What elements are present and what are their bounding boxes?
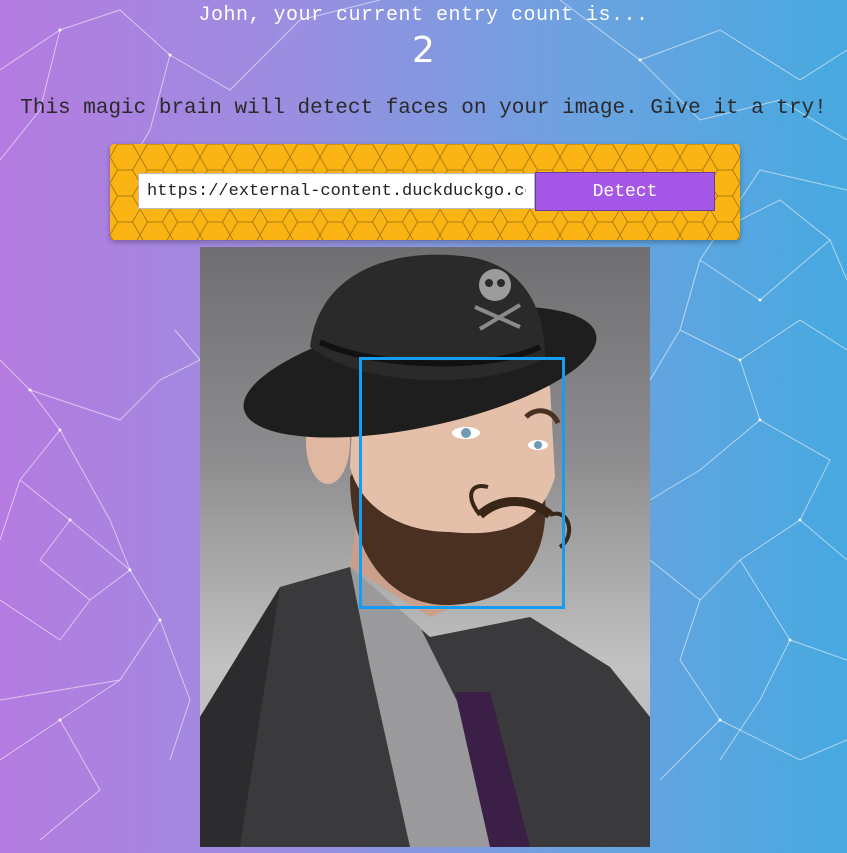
rank-message: John, your current entry count is... xyxy=(198,4,649,27)
entry-count: 2 xyxy=(412,30,435,71)
detect-button[interactable]: Detect xyxy=(535,172,715,211)
image-url-input[interactable] xyxy=(138,173,535,209)
face-bounding-box xyxy=(359,357,565,609)
image-link-form: Detect xyxy=(110,144,740,240)
intro-text: This magic brain will detect faces on yo… xyxy=(20,97,827,120)
